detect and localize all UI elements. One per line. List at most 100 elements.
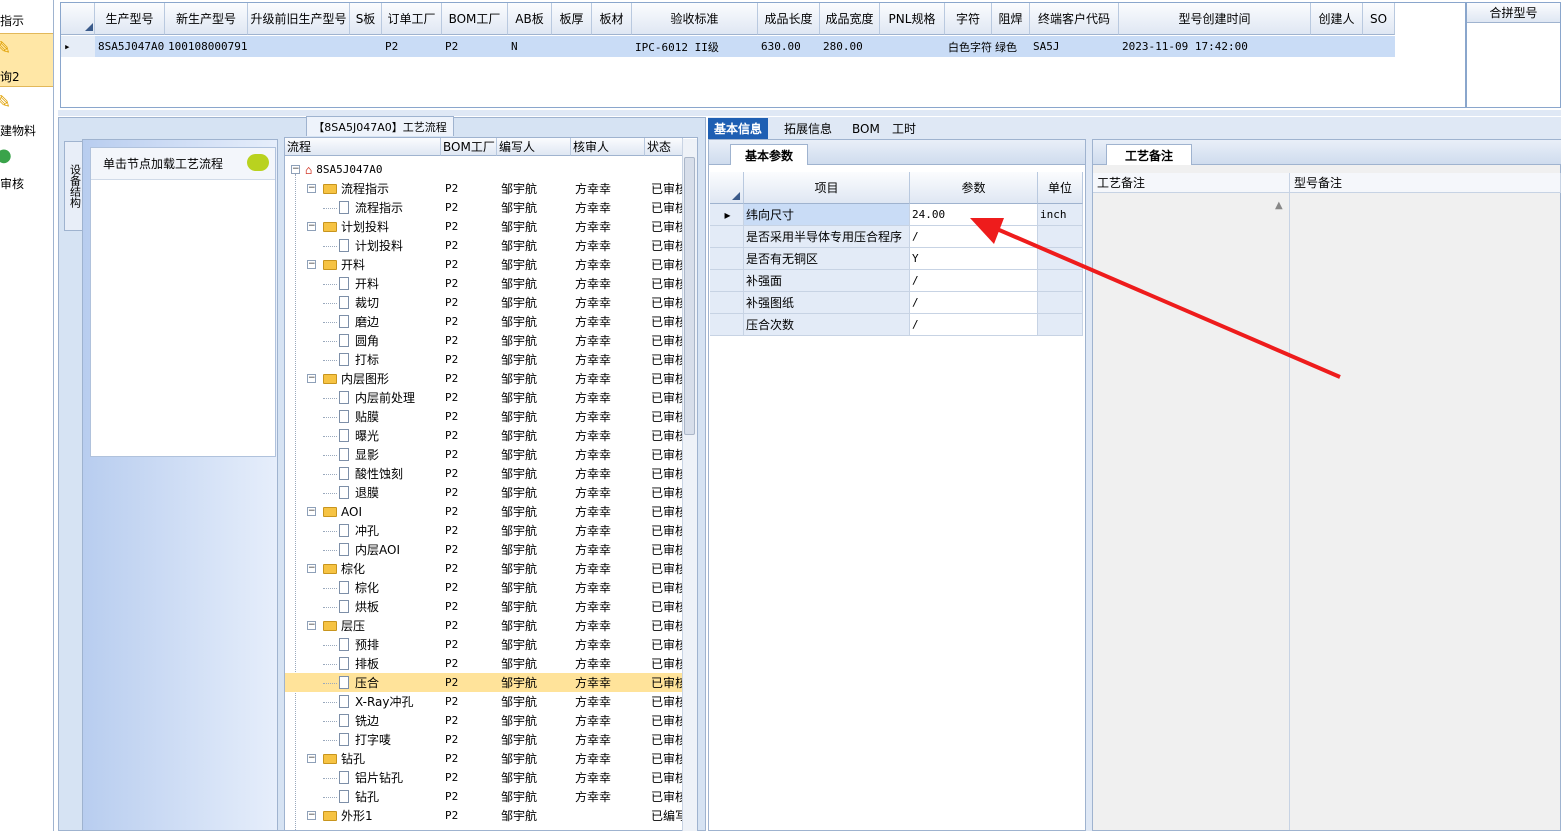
grid-header-cell[interactable]: 阻焊: [992, 3, 1030, 35]
tree-header-cell[interactable]: 核审人: [571, 138, 645, 156]
tree-node[interactable]: − 内层图形 P2 邹宇航 方幸幸 已审核: [285, 369, 683, 388]
tree-node[interactable]: 贴膜 P2 邹宇航 方幸幸 已审核: [285, 407, 683, 426]
grid-header-cell[interactable]: 订单工厂: [382, 3, 442, 35]
tree-node[interactable]: 磨边 P2 邹宇航 方幸幸 已审核: [285, 312, 683, 331]
collapse-icon[interactable]: −: [307, 374, 316, 383]
grid-header-cell[interactable]: 验收标准: [632, 3, 758, 35]
tree-node[interactable]: − 钻孔 P2 邹宇航 方幸幸 已审核: [285, 749, 683, 768]
grid-header-cell[interactable]: S板: [350, 3, 382, 35]
grid-header-cell[interactable]: 字符: [945, 3, 992, 35]
grid-cell[interactable]: P2: [382, 36, 442, 57]
grid-cell[interactable]: [1311, 36, 1363, 57]
grid-cell[interactable]: 630.00: [758, 36, 820, 57]
grid-cell[interactable]: [350, 36, 382, 57]
tree-header-cell[interactable]: BOM工厂: [441, 138, 497, 156]
tree-node[interactable]: 内层前处理 P2 邹宇航 方幸幸 已审核: [285, 388, 683, 407]
tree-node[interactable]: 棕化 P2 邹宇航 方幸幸 已审核: [285, 578, 683, 597]
tree-node[interactable]: 内层AOI P2 邹宇航 方幸幸 已审核: [285, 540, 683, 559]
tree-node[interactable]: 打标 P2 邹宇航 方幸幸 已审核: [285, 350, 683, 369]
grid-cell[interactable]: [1363, 36, 1395, 57]
grid-header-cell[interactable]: 成品长度: [758, 3, 820, 35]
grid-header-cell[interactable]: 新生产型号: [165, 3, 248, 35]
grid-cell[interactable]: 绿色: [992, 36, 1030, 57]
tree-scrollbar-thumb[interactable]: [684, 157, 695, 435]
grid-header-cell[interactable]: AB板: [508, 3, 552, 35]
grid-header-cell[interactable]: 板材: [592, 3, 632, 35]
tree-node[interactable]: − AOI P2 邹宇航 方幸幸 已审核: [285, 502, 683, 521]
tab-detail-0[interactable]: 基本信息: [708, 118, 769, 139]
grid-cell[interactable]: P2: [442, 36, 508, 57]
grid-header-cell[interactable]: 型号创建时间: [1119, 3, 1311, 35]
grid-header-cell[interactable]: 成品宽度: [820, 3, 880, 35]
tab-detail-3[interactable]: 工时: [886, 118, 922, 139]
tree-node[interactable]: 酸性蚀刻 P2 邹宇航 方幸幸 已审核: [285, 464, 683, 483]
tree-node[interactable]: 铝片钻孔 P2 邹宇航 方幸幸 已审核: [285, 768, 683, 787]
tree-node[interactable]: 冲孔 P2 邹宇航 方幸幸 已审核: [285, 521, 683, 540]
tab-detail-1[interactable]: 拓展信息: [778, 118, 838, 139]
grid-cell[interactable]: IPC-6012 II级: [632, 36, 758, 57]
tree-node[interactable]: 压合 P2 邹宇航 方幸幸 已审核: [285, 673, 683, 692]
tree-header-cell[interactable]: 状态: [645, 138, 683, 156]
collapse-icon[interactable]: −: [307, 754, 316, 763]
grid-cell[interactable]: SA5J: [1030, 36, 1119, 57]
collapse-icon[interactable]: −: [307, 184, 316, 193]
collapse-icon[interactable]: −: [291, 165, 300, 174]
tree-node[interactable]: 圆角 P2 邹宇航 方幸幸 已审核: [285, 331, 683, 350]
tree-node[interactable]: − 流程指示 P2 邹宇航 方幸幸 已审核: [285, 179, 683, 198]
grid-header-cell[interactable]: BOM工厂: [442, 3, 508, 35]
tree-node[interactable]: 铣边 P2 邹宇航 方幸幸 已审核: [285, 711, 683, 730]
grid-cell[interactable]: [248, 36, 350, 57]
tree-node[interactable]: − 外形1 P2 邹宇航 已编写: [285, 806, 683, 825]
collapse-icon[interactable]: −: [307, 507, 316, 516]
collapse-icon[interactable]: −: [307, 811, 316, 820]
tree-node[interactable]: 计划投料 P2 邹宇航 方幸幸 已审核: [285, 236, 683, 255]
grid-cell[interactable]: 2023-11-09 17:42:00: [1119, 36, 1311, 57]
grid-header-cell[interactable]: PNL规格: [880, 3, 945, 35]
grid-header-cell[interactable]: 板厚: [552, 3, 592, 35]
tree-node[interactable]: 裁切 P2 邹宇航 方幸幸 已审核: [285, 293, 683, 312]
equipment-structure-tab[interactable]: 设备结构: [64, 141, 84, 231]
tree-root[interactable]: − ⌂ 8SA5J047A0: [285, 160, 683, 179]
grid-cell[interactable]: [552, 36, 592, 57]
tree-header-cell[interactable]: 编写人: [497, 138, 571, 156]
tree-node[interactable]: 预排 P2 邹宇航 方幸幸 已审核: [285, 635, 683, 654]
grid-header-cell[interactable]: 终端客户代码: [1030, 3, 1119, 35]
grid-cell[interactable]: 8SA5J047A0: [95, 36, 165, 57]
tree-node[interactable]: 显影 P2 邹宇航 方幸幸 已审核: [285, 445, 683, 464]
tree-node[interactable]: 开料 P2 邹宇航 方幸幸 已审核: [285, 274, 683, 293]
tree-node[interactable]: 打字唛 P2 邹宇航 方幸幸 已审核: [285, 730, 683, 749]
tree-node[interactable]: − 计划投料 P2 邹宇航 方幸幸 已审核: [285, 217, 683, 236]
tree-node[interactable]: − 层压 P2 邹宇航 方幸幸 已审核: [285, 616, 683, 635]
grid-header-cell[interactable]: SO: [1363, 3, 1395, 35]
tab-process-notes[interactable]: 工艺备注: [1106, 144, 1192, 165]
grid-header-cell[interactable]: 升级前旧生产型号: [248, 3, 350, 35]
grid-header-cell[interactable]: 创建人: [1311, 3, 1363, 35]
nav-item-build-material[interactable]: ✎ 建物料: [0, 90, 53, 144]
grid-cell[interactable]: N: [508, 36, 552, 57]
tab-basic-params[interactable]: 基本参数: [730, 144, 808, 165]
grid-cell[interactable]: 280.00: [820, 36, 880, 57]
tree-header-cell[interactable]: 流程: [285, 138, 441, 156]
grid-cell[interactable]: [880, 36, 945, 57]
tab-detail-2[interactable]: BOM: [846, 118, 886, 139]
horizontal-splitter[interactable]: [58, 110, 1561, 116]
collapse-icon[interactable]: −: [307, 564, 316, 573]
process-tab-title[interactable]: 【8SA5J047A0】工艺流程: [306, 116, 454, 136]
collapse-icon[interactable]: −: [307, 621, 316, 630]
tree-node[interactable]: 钻孔 P2 邹宇航 方幸幸 已审核: [285, 787, 683, 806]
nav-item-review[interactable]: ● 审核: [0, 143, 53, 197]
tree-node[interactable]: 退膜 P2 邹宇航 方幸幸 已审核: [285, 483, 683, 502]
grid-cell[interactable]: 白色字符: [945, 36, 992, 57]
tree-node[interactable]: 烘板 P2 邹宇航 方幸幸 已审核: [285, 597, 683, 616]
tree-node[interactable]: 排板 P2 邹宇航 方幸幸 已审核: [285, 654, 683, 673]
grid-cell[interactable]: [592, 36, 632, 57]
collapse-icon[interactable]: −: [307, 260, 316, 269]
grid-cell[interactable]: 10010800079141: [165, 36, 248, 57]
grid-header-cell[interactable]: 生产型号: [95, 3, 165, 35]
collapse-icon[interactable]: −: [307, 222, 316, 231]
tree-node[interactable]: 流程指示 P2 邹宇航 方幸幸 已审核: [285, 198, 683, 217]
tree-node[interactable]: − 开料 P2 邹宇航 方幸幸 已审核: [285, 255, 683, 274]
tree-node[interactable]: − 棕化 P2 邹宇航 方幸幸 已审核: [285, 559, 683, 578]
nav-item-query2[interactable]: ✎ 询2: [0, 33, 53, 87]
tree-node[interactable]: 曝光 P2 邹宇航 方幸幸 已审核: [285, 426, 683, 445]
